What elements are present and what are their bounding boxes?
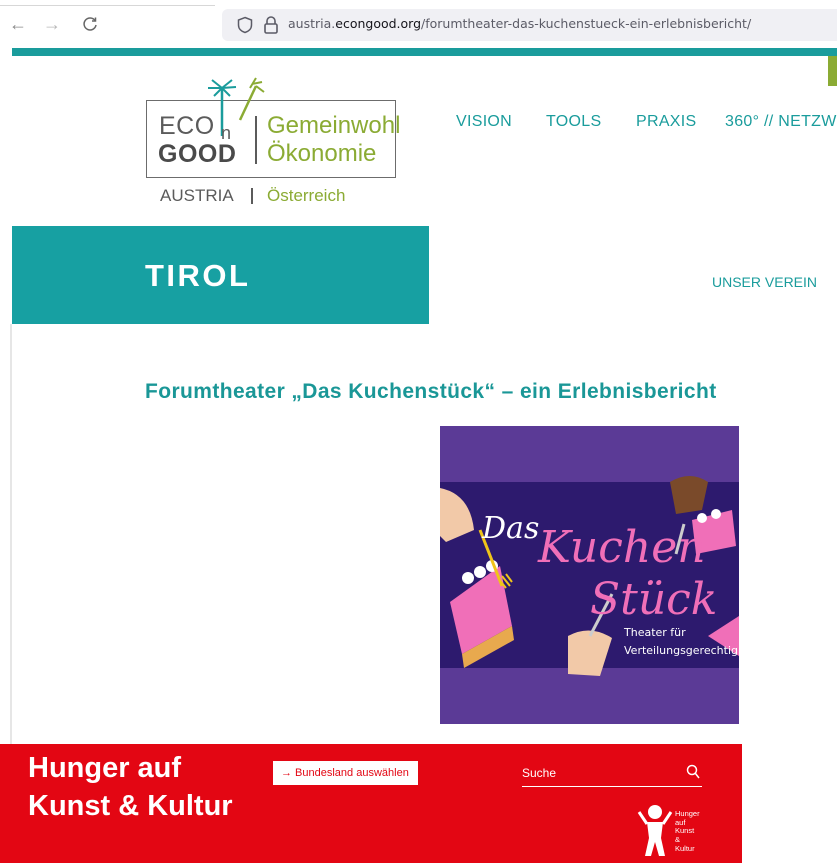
url-prefix: austria. bbox=[288, 16, 336, 31]
header-accent bbox=[828, 56, 837, 86]
promo-title-line2: Kunst & Kultur bbox=[28, 790, 233, 822]
lock-icon[interactable] bbox=[262, 15, 280, 35]
nav-vision[interactable]: VISION bbox=[456, 113, 512, 131]
article-title: Forumtheater „Das Kuchenstück“ – ein Erl… bbox=[145, 380, 717, 403]
url-path: /forumtheater-das-kuchenstueck-ein-erleb… bbox=[421, 16, 752, 31]
logo-oesterreich-text: Österreich bbox=[267, 186, 346, 205]
url-domain: econgood.org bbox=[335, 16, 422, 31]
forward-button[interactable]: → bbox=[40, 12, 64, 36]
tracking-shield-icon[interactable] bbox=[236, 16, 254, 34]
poster-artwork: Das Kuchen Stück Theater für Verteilungs… bbox=[440, 426, 739, 724]
nav-360-netzwerk[interactable]: 360° // NETZW bbox=[725, 113, 837, 131]
reload-icon bbox=[83, 17, 97, 31]
nav-tools[interactable]: TOOLS bbox=[546, 113, 601, 131]
logo-austria-text: AUSTRIA bbox=[160, 186, 234, 205]
site-header bbox=[12, 56, 837, 226]
hunger-person-icon bbox=[637, 805, 673, 856]
url-text[interactable]: austria.econgood.org/forumtheater-das-ku… bbox=[288, 16, 751, 31]
logo-divider bbox=[255, 116, 257, 164]
nav-praxis[interactable]: PRAXIS bbox=[636, 113, 697, 131]
region-select-button[interactable]: → Bundesland auswählen bbox=[273, 761, 418, 785]
sub-nav-unser-verein[interactable]: UNSER VEREIN bbox=[712, 274, 817, 290]
poster-verteilung-text: Verteilungsgerechtig bbox=[624, 644, 738, 657]
poster-image: Das Kuchen Stück Theater für Verteilungs… bbox=[440, 426, 739, 724]
header-top-strip bbox=[12, 48, 837, 56]
promo-title-line1: Hunger auf bbox=[28, 752, 182, 784]
content-border bbox=[10, 324, 12, 744]
region-title: TIROL bbox=[145, 258, 251, 293]
poster-stueck-text: Stück bbox=[590, 574, 717, 625]
footer-mini-logo: Hunger auf Kunst & Kultur bbox=[675, 809, 700, 854]
poster-das-text: Das bbox=[481, 511, 539, 546]
back-button[interactable]: ← bbox=[6, 12, 30, 36]
logo-good-text: GOOD bbox=[158, 140, 237, 168]
logo-eco-text: ECO bbox=[159, 112, 215, 140]
mini-logo-line: Kultur bbox=[675, 843, 695, 853]
tab-strip-edge bbox=[0, 0, 215, 6]
footer-search-label: Suche bbox=[522, 766, 557, 780]
logo-divider-small bbox=[251, 188, 253, 204]
search-icon[interactable] bbox=[686, 764, 700, 780]
reload-button[interactable] bbox=[78, 12, 102, 36]
logo-gemeinwohl-text: Gemeinwohl bbox=[267, 112, 401, 139]
poster-kuchen-text: Kuchen bbox=[537, 522, 706, 573]
poster-theater-text: Theater für bbox=[623, 626, 686, 639]
logo-oekonomie-text: Ökonomie bbox=[267, 140, 377, 167]
